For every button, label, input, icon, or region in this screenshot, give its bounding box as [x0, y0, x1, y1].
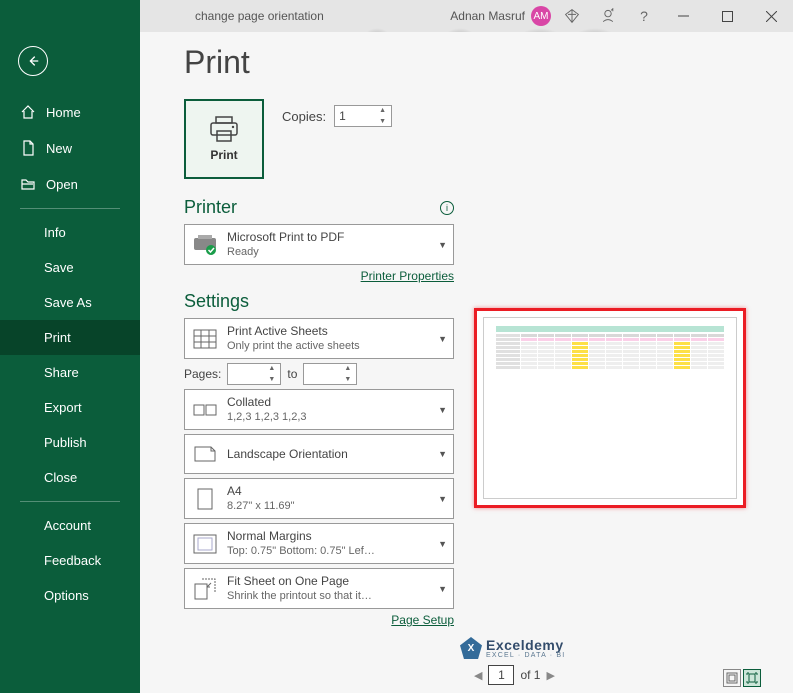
help-icon[interactable]: ?	[635, 7, 653, 25]
print-button-label: Print	[210, 148, 237, 162]
printer-properties-link[interactable]: Printer Properties	[184, 269, 454, 283]
setting-margins[interactable]: Normal MarginsTop: 0.75" Bottom: 0.75" L…	[184, 523, 454, 564]
page-title: Print	[184, 44, 454, 81]
sidebar-item-share[interactable]: Share	[0, 355, 140, 390]
printer-icon	[209, 116, 239, 142]
setting-orientation[interactable]: Landscape Orientation ▼	[184, 434, 454, 474]
sidebar-item-save[interactable]: Save	[0, 250, 140, 285]
scaling-icon	[191, 575, 219, 603]
back-button[interactable]	[18, 46, 48, 76]
sidebar-item-label: Publish	[44, 435, 87, 450]
show-margins-button[interactable]	[723, 669, 741, 687]
backstage-sidebar: Home New Open Info Save Save As Print Sh…	[0, 32, 140, 693]
sidebar-item-options[interactable]: Options	[0, 578, 140, 613]
printer-status: Ready	[227, 245, 434, 260]
close-button[interactable]	[749, 0, 793, 32]
avatar[interactable]: AM	[531, 6, 551, 26]
maximize-button[interactable]	[705, 0, 749, 32]
sidebar-item-label: Export	[44, 400, 82, 415]
page-navigation: ◀ 1 of 1 ▶	[474, 665, 555, 685]
new-icon	[20, 140, 36, 156]
chevron-down-icon: ▼	[438, 334, 447, 344]
current-page-input[interactable]: 1	[488, 665, 514, 685]
setting-paper-size[interactable]: A48.27" x 11.69" ▼	[184, 478, 454, 519]
copies-value: 1	[339, 109, 346, 123]
minimize-button[interactable]	[661, 0, 705, 32]
chevron-down-icon: ▼	[438, 240, 447, 250]
sidebar-item-new[interactable]: New	[0, 130, 140, 166]
chevron-down-icon: ▼	[438, 405, 447, 415]
setting-collate[interactable]: Collated1,2,3 1,2,3 1,2,3 ▼	[184, 389, 454, 430]
user-name: Adnan Masruf	[450, 9, 525, 23]
sidebar-item-open[interactable]: Open	[0, 166, 140, 202]
feedback-icon[interactable]	[599, 7, 617, 25]
sidebar-item-label: Account	[44, 518, 91, 533]
pages-from-input[interactable]: ▲▼	[227, 363, 281, 385]
sidebar-item-home[interactable]: Home	[0, 94, 140, 130]
landscape-icon	[191, 440, 219, 468]
prev-page-button[interactable]: ◀	[474, 669, 482, 682]
sidebar-item-label: Info	[44, 225, 66, 240]
pages-to-label: to	[287, 367, 297, 381]
chevron-down-icon: ▼	[438, 494, 447, 504]
sidebar-item-label: New	[46, 141, 72, 156]
print-preview	[474, 308, 746, 508]
zoom-to-page-button[interactable]	[743, 669, 761, 687]
diamond-icon[interactable]	[563, 7, 581, 25]
copies-input[interactable]: 1 ▲▼	[334, 105, 392, 127]
chevron-down-icon: ▼	[438, 584, 447, 594]
printer-dropdown[interactable]: Microsoft Print to PDF Ready ▼	[184, 224, 454, 265]
sidebar-item-label: Feedback	[44, 553, 101, 568]
sidebar-item-account[interactable]: Account	[0, 508, 140, 543]
sidebar-item-info[interactable]: Info	[0, 215, 140, 250]
pages-label: Pages:	[184, 367, 221, 381]
page-setup-link[interactable]: Page Setup	[184, 613, 454, 627]
sidebar-item-label: Save As	[44, 295, 92, 310]
title-bar: change page orientation Adnan Masruf AM …	[0, 0, 793, 32]
info-icon[interactable]: i	[440, 201, 454, 215]
settings-heading: Settings	[184, 291, 249, 312]
printer-name: Microsoft Print to PDF	[227, 229, 434, 245]
sidebar-item-label: Options	[44, 588, 89, 603]
collate-icon	[191, 396, 219, 424]
sidebar-item-export[interactable]: Export	[0, 390, 140, 425]
document-title: change page orientation	[140, 9, 450, 23]
sidebar-item-save-as[interactable]: Save As	[0, 285, 140, 320]
sidebar-item-label: Print	[44, 330, 71, 345]
sidebar-item-feedback[interactable]: Feedback	[0, 543, 140, 578]
sidebar-item-label: Open	[46, 177, 78, 192]
margins-icon	[191, 530, 219, 558]
grid-icon	[191, 325, 219, 353]
sidebar-item-label: Close	[44, 470, 77, 485]
sidebar-item-label: Home	[46, 105, 81, 120]
open-icon	[20, 176, 36, 192]
page-of-label: of 1	[520, 668, 540, 682]
sidebar-item-publish[interactable]: Publish	[0, 425, 140, 460]
chevron-down-icon: ▼	[438, 539, 447, 549]
sidebar-item-close[interactable]: Close	[0, 460, 140, 495]
printer-heading: Printer	[184, 197, 237, 218]
setting-scaling[interactable]: Fit Sheet on One PageShrink the printout…	[184, 568, 454, 609]
next-page-button[interactable]: ▶	[546, 669, 554, 682]
home-icon	[20, 104, 36, 120]
sidebar-item-label: Save	[44, 260, 74, 275]
paper-icon	[191, 485, 219, 513]
sidebar-item-label: Share	[44, 365, 79, 380]
pages-to-input[interactable]: ▲▼	[303, 363, 357, 385]
print-button[interactable]: Print	[184, 99, 264, 179]
sidebar-item-print[interactable]: Print	[0, 320, 140, 355]
setting-print-what[interactable]: Print Active SheetsOnly print the active…	[184, 318, 454, 359]
printer-status-icon	[191, 231, 219, 259]
copies-label: Copies:	[282, 109, 326, 124]
chevron-down-icon: ▼	[438, 449, 447, 459]
